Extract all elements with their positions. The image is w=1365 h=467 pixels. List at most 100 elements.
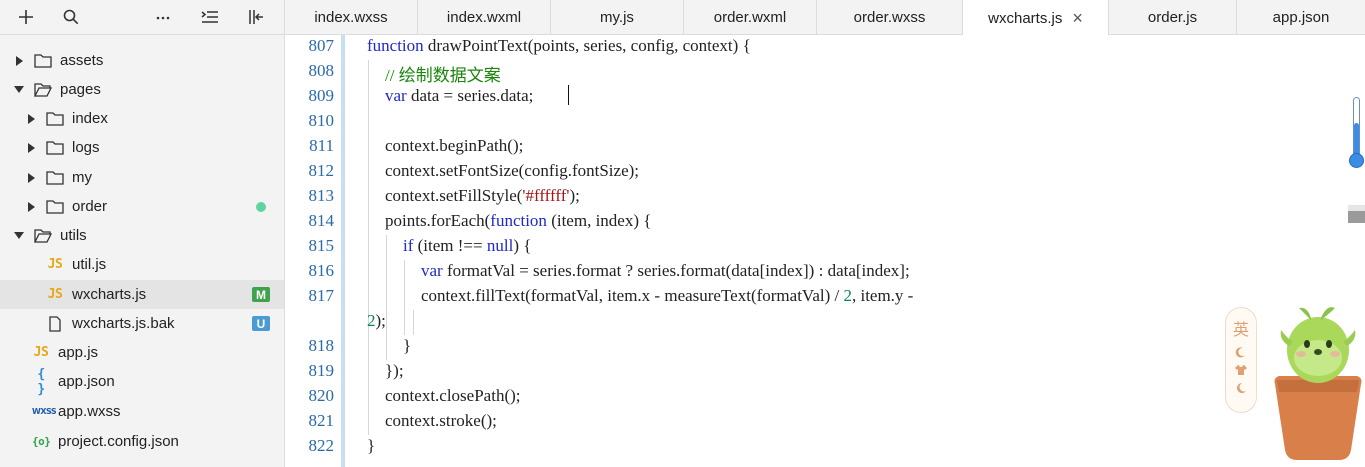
- line-number: 818: [308, 336, 335, 355]
- tree-folder-assets[interactable]: assets: [0, 46, 284, 75]
- chevron-right-icon: [26, 142, 36, 153]
- ime-indicator[interactable]: 英: [1225, 307, 1257, 413]
- code-line: });: [385, 361, 404, 380]
- tree-file-app-json[interactable]: { } app.json: [0, 366, 284, 397]
- tab-label: my.js: [600, 9, 634, 26]
- tree-item-label: my: [72, 169, 92, 186]
- config-file-icon: {o}: [32, 435, 51, 448]
- line-number: 821: [308, 411, 335, 430]
- folder-open-icon: [34, 229, 52, 243]
- chevron-down-icon: [14, 231, 24, 241]
- code-line: context.stroke();: [385, 411, 497, 430]
- folder-icon: [34, 54, 52, 68]
- cactus-mascot-icon: [1274, 307, 1362, 460]
- tree-item-label: app.wxss: [58, 403, 121, 420]
- text-cursor: [568, 85, 569, 105]
- tree-item-label: project.config.json: [58, 433, 179, 450]
- tree-item-label: order: [72, 198, 108, 215]
- tree-item-label: logs: [72, 139, 100, 156]
- indent-guide: [404, 260, 405, 335]
- indent-guide: [413, 310, 414, 335]
- editor-tab-bar: index.wxss index.wxml my.js order.wxml o…: [285, 0, 1365, 36]
- ime-mode-label: 英: [1232, 320, 1249, 339]
- chevron-right-icon: [26, 201, 36, 212]
- line-number: 819: [308, 361, 335, 380]
- tree-file-wxcharts-bak[interactable]: wxcharts.js.bak U: [0, 309, 284, 338]
- tab-my-js[interactable]: my.js: [551, 0, 684, 35]
- tab-label: index.wxss: [314, 9, 388, 26]
- explorer-toolbar: [0, 0, 285, 35]
- chevron-right-icon: [26, 113, 36, 124]
- tab-order-wxml[interactable]: order.wxml: [684, 0, 817, 35]
- tree-file-app-wxss[interactable]: WXSS app.wxss: [0, 397, 284, 426]
- file-explorer-sidebar: assets pages index logs my order utils J…: [0, 0, 285, 467]
- modified-dot: [256, 201, 266, 212]
- tab-index-wxml[interactable]: index.wxml: [418, 0, 551, 35]
- tree-folder-utils[interactable]: utils: [0, 221, 284, 250]
- crescent-icon: [1237, 383, 1246, 393]
- json-file-icon: { }: [37, 366, 45, 397]
- tree-file-wxcharts-js[interactable]: JS wxcharts.js M: [0, 280, 284, 309]
- tab-label: order.js: [1147, 9, 1198, 26]
- code-line: context.fillText(formatVal, item.x - mea…: [421, 286, 914, 305]
- tab-order-js[interactable]: order.js: [1109, 0, 1237, 35]
- code-line: points.forEach(function (item, index) {: [385, 211, 652, 230]
- code-line-wrapped: 2);: [367, 311, 386, 330]
- line-number: 820: [308, 386, 335, 405]
- gutter-highlight-bar: [341, 35, 345, 467]
- tree-file-app-js[interactable]: JS app.js: [0, 338, 284, 367]
- code-line: function drawPointText(points, series, c…: [367, 36, 751, 55]
- collapse-icon[interactable]: [244, 6, 268, 28]
- code-line: var formatVal = series.format ? series.f…: [421, 261, 910, 280]
- folder-icon: [46, 200, 64, 214]
- close-icon[interactable]: ×: [1072, 9, 1083, 27]
- moon-icon: [1235, 347, 1245, 358]
- line-number: 814: [308, 211, 335, 230]
- line-number: 813: [308, 186, 335, 205]
- code-line: context.beginPath();: [385, 136, 524, 155]
- tree-folder-my[interactable]: my: [0, 163, 284, 192]
- tree-folder-index[interactable]: index: [0, 104, 284, 133]
- line-number: 817: [308, 286, 335, 305]
- ellipsis-icon[interactable]: [151, 6, 175, 28]
- scrollbar-thumb[interactable]: [1348, 205, 1365, 223]
- code-editor[interactable]: 807 808 809 810 811 812 813 814 815 816 …: [285, 35, 1365, 467]
- tab-label: index.wxml: [446, 9, 522, 26]
- code-line: var data = series.data;: [385, 86, 534, 105]
- tree-item-label: wxcharts.js: [72, 286, 147, 303]
- tree-item-label: app.js: [58, 344, 99, 361]
- tree-folder-pages[interactable]: pages: [0, 75, 284, 104]
- js-file-icon: JS: [47, 287, 63, 302]
- tree-folder-logs[interactable]: logs: [0, 133, 284, 162]
- tab-index-wxss[interactable]: index.wxss: [285, 0, 418, 35]
- code-line: if (item !== null) {: [403, 236, 532, 255]
- untracked-badge: U: [252, 316, 270, 331]
- modified-badge: M: [252, 287, 270, 302]
- tree-file-project-config[interactable]: {o} project.config.json: [0, 427, 284, 456]
- tree-item-label: assets: [60, 52, 104, 69]
- outline-icon[interactable]: [198, 6, 222, 28]
- tree-item-label: pages: [60, 81, 101, 98]
- js-file-icon: JS: [33, 345, 49, 360]
- tab-label: app.json: [1272, 9, 1330, 26]
- code-line: }: [403, 336, 412, 355]
- wxss-file-icon: WXSS: [32, 407, 57, 416]
- search-icon[interactable]: [59, 6, 83, 28]
- tree-folder-order[interactable]: order: [0, 192, 284, 221]
- code-line: context.setFontSize(config.fontSize);: [385, 161, 639, 180]
- line-number: 812: [308, 161, 335, 180]
- plus-icon[interactable]: [14, 6, 38, 28]
- tab-label: order.wxml: [713, 9, 787, 26]
- tree-item-label: index: [72, 110, 108, 127]
- tree-item-label: utils: [60, 227, 87, 244]
- tab-wxcharts-js[interactable]: wxcharts.js ×: [963, 0, 1109, 36]
- tab-order-wxss[interactable]: order.wxss: [817, 0, 963, 35]
- tab-app-json[interactable]: app.json: [1237, 0, 1365, 35]
- tab-label: wxcharts.js: [988, 9, 1063, 27]
- tab-label: order.wxss: [853, 9, 926, 26]
- folder-icon: [46, 141, 64, 155]
- line-number: 808: [308, 61, 335, 80]
- tree-item-label: app.json: [58, 373, 115, 390]
- tree-file-util-js[interactable]: JS util.js: [0, 250, 284, 279]
- line-number: 810: [308, 111, 335, 130]
